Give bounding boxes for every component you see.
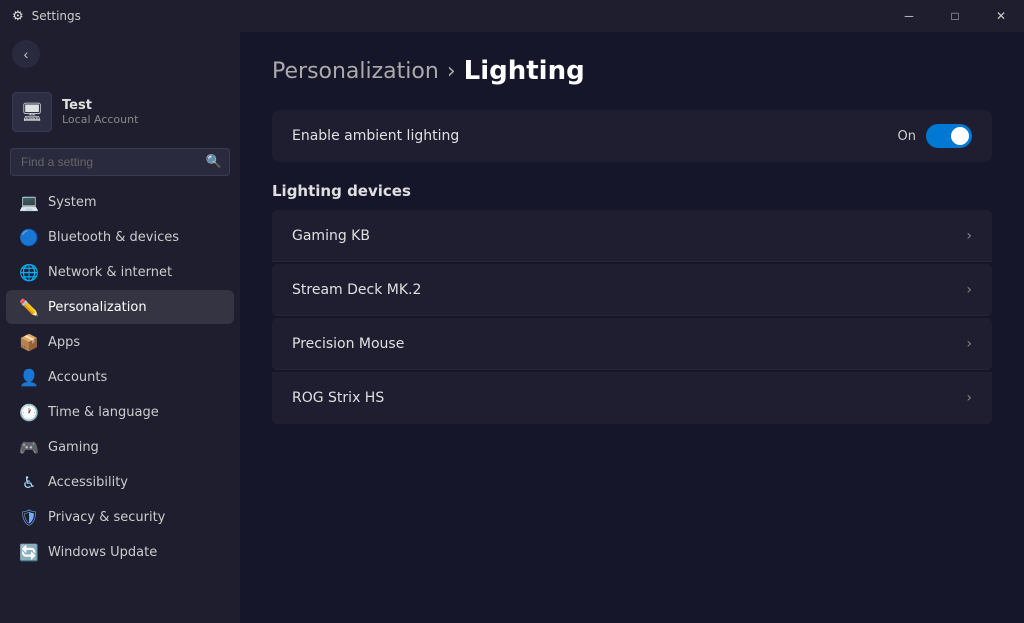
sidebar-item-apps[interactable]: 📦 Apps: [6, 325, 234, 359]
breadcrumb-parent: Personalization: [272, 59, 439, 84]
chevron-right-icon: ›: [966, 390, 972, 406]
ambient-lighting-toggle-card: Enable ambient lighting On: [272, 110, 992, 162]
avatar-icon: 🖥: [21, 102, 44, 123]
gaming-icon: 🎮: [20, 438, 38, 456]
sidebar-item-label: Accounts: [48, 370, 107, 385]
sidebar-item-system[interactable]: 💻 System: [6, 185, 234, 219]
system-icon: 💻: [20, 193, 38, 211]
time-icon: 🕐: [20, 403, 38, 421]
sidebar-item-accessibility[interactable]: ♿ Accessibility: [6, 465, 234, 499]
sidebar-item-label: Network & internet: [48, 265, 172, 280]
device-name: Stream Deck MK.2: [292, 282, 421, 298]
accounts-icon: 👤: [20, 368, 38, 386]
sidebar-item-label: System: [48, 195, 96, 210]
device-item-rog-strix[interactable]: ROG Strix HS ›: [272, 372, 992, 424]
sidebar-item-label: Accessibility: [48, 475, 128, 490]
settings-icon: ⚙: [12, 9, 24, 24]
toggle-status: On: [898, 129, 916, 144]
user-section: 🖥 Test Local Account: [0, 76, 240, 144]
device-item-stream-deck[interactable]: Stream Deck MK.2 ›: [272, 264, 992, 316]
back-button-area: ‹: [0, 32, 240, 76]
ambient-lighting-toggle[interactable]: [926, 124, 972, 148]
sidebar-item-label: Apps: [48, 335, 80, 350]
app-container: ‹ 🖥 Test Local Account 🔍 💻 System 🔵: [0, 32, 1024, 623]
sidebar-item-accounts[interactable]: 👤 Accounts: [6, 360, 234, 394]
title-bar-left: ⚙ Settings: [12, 9, 81, 24]
toggle-right: On: [898, 124, 972, 148]
device-name: ROG Strix HS: [292, 390, 384, 406]
accessibility-icon: ♿: [20, 473, 38, 491]
device-item-precision-mouse[interactable]: Precision Mouse ›: [272, 318, 992, 370]
breadcrumb: Personalization › Lighting: [272, 56, 992, 86]
device-name: Precision Mouse: [292, 336, 404, 352]
search-box: 🔍: [10, 148, 230, 176]
personalization-icon: ✏️: [20, 298, 38, 316]
apps-icon: 📦: [20, 333, 38, 351]
toggle-knob: [951, 127, 969, 145]
window-title: Settings: [32, 9, 81, 23]
back-button[interactable]: ‹: [12, 40, 40, 68]
breadcrumb-current: Lighting: [464, 56, 585, 86]
close-button[interactable]: ✕: [978, 0, 1024, 32]
user-account-type: Local Account: [62, 113, 138, 126]
chevron-right-icon: ›: [966, 228, 972, 244]
search-icon: 🔍: [206, 155, 222, 170]
sidebar-item-label: Bluetooth & devices: [48, 230, 179, 245]
device-item-gaming-kb[interactable]: Gaming KB ›: [272, 210, 992, 262]
bluetooth-icon: 🔵: [20, 228, 38, 246]
sidebar-item-label: Gaming: [48, 440, 99, 455]
chevron-right-icon: ›: [966, 336, 972, 352]
sidebar-nav: 💻 System 🔵 Bluetooth & devices 🌐 Network…: [0, 184, 240, 570]
sidebar-item-privacy[interactable]: 🛡 Privacy & security: [6, 500, 234, 534]
device-name: Gaming KB: [292, 228, 370, 244]
user-name: Test: [62, 98, 138, 113]
lighting-devices-title: Lighting devices: [272, 182, 992, 200]
sidebar-item-personalization[interactable]: ✏️ Personalization: [6, 290, 234, 324]
sidebar: ‹ 🖥 Test Local Account 🔍 💻 System 🔵: [0, 32, 240, 623]
sidebar-item-label: Privacy & security: [48, 510, 165, 525]
sidebar-item-gaming[interactable]: 🎮 Gaming: [6, 430, 234, 464]
sidebar-item-network[interactable]: 🌐 Network & internet: [6, 255, 234, 289]
content-area: Personalization › Lighting Enable ambien…: [240, 32, 1024, 623]
ambient-lighting-label: Enable ambient lighting: [292, 128, 459, 144]
sidebar-item-label: Windows Update: [48, 545, 157, 560]
maximize-button[interactable]: □: [932, 0, 978, 32]
search-input[interactable]: [10, 148, 230, 176]
title-bar-controls: ─ □ ✕: [886, 0, 1024, 32]
avatar: 🖥: [12, 92, 52, 132]
chevron-right-icon: ›: [966, 282, 972, 298]
device-list: Gaming KB › Stream Deck MK.2 › Precision…: [272, 210, 992, 424]
lighting-devices-section: Lighting devices Gaming KB › Stream Deck…: [272, 182, 992, 424]
privacy-icon: 🛡: [20, 508, 38, 526]
sidebar-item-time[interactable]: 🕐 Time & language: [6, 395, 234, 429]
network-icon: 🌐: [20, 263, 38, 281]
update-icon: 🔄: [20, 543, 38, 561]
sidebar-item-label: Time & language: [48, 405, 159, 420]
sidebar-item-label: Personalization: [48, 300, 147, 315]
sidebar-item-update[interactable]: 🔄 Windows Update: [6, 535, 234, 569]
title-bar: ⚙ Settings ─ □ ✕: [0, 0, 1024, 32]
breadcrumb-separator: ›: [447, 59, 456, 84]
user-info: Test Local Account: [62, 98, 138, 126]
minimize-button[interactable]: ─: [886, 0, 932, 32]
sidebar-item-bluetooth[interactable]: 🔵 Bluetooth & devices: [6, 220, 234, 254]
